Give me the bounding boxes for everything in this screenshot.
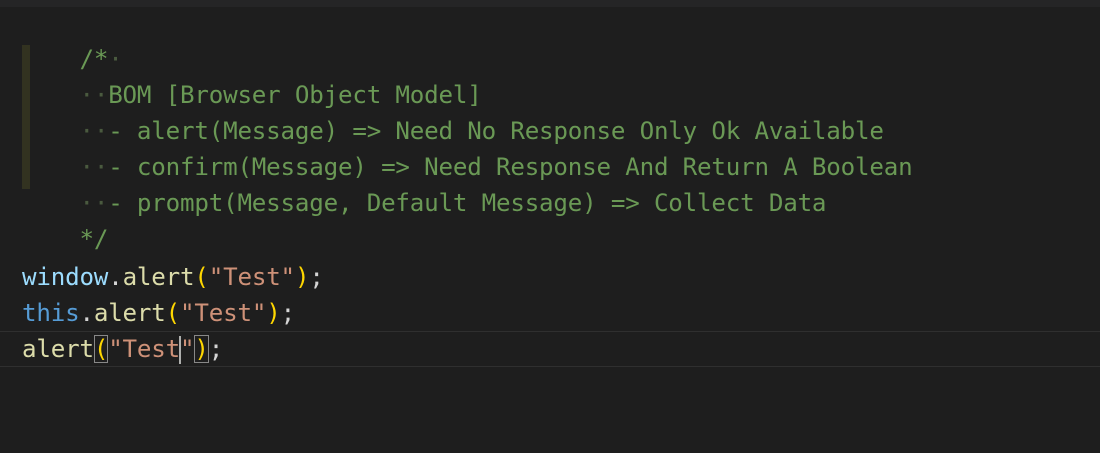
string-literal: "Test" <box>180 299 267 327</box>
open-paren-matched: ( <box>93 335 109 363</box>
comment-close-line[interactable]: */ <box>22 188 108 253</box>
keyword-this: this <box>22 299 80 327</box>
semicolon: ; <box>280 299 296 327</box>
comment-close: */ <box>79 225 109 253</box>
comment-open-line[interactable]: /*· <box>22 8 122 73</box>
comment-item-prompt: - prompt(Message, Default Message) => Co… <box>108 189 827 217</box>
open-paren: ( <box>194 263 209 291</box>
editor-top-border <box>0 0 1100 7</box>
code-editor[interactable]: /*· ··BOM [Browser Object Model] ··- ale… <box>0 0 1100 453</box>
method-alert: alert <box>22 335 94 363</box>
code-line-window-alert[interactable]: window.alert("Test"); <box>22 260 324 294</box>
dot-operator: . <box>108 263 123 291</box>
dot-operator: . <box>79 299 94 327</box>
string-literal: "Test" <box>208 263 295 291</box>
comment-item-line[interactable]: ··- confirm(Message) => Need Response An… <box>22 116 912 181</box>
code-line-alert[interactable]: alert("Test"); <box>22 332 223 366</box>
comment-title-line[interactable]: ··BOM [Browser Object Model] <box>22 44 481 109</box>
close-paren-matched: ) <box>194 335 209 363</box>
method-alert: alert <box>122 263 195 291</box>
comment-item-line[interactable]: ··- alert(Message) => Need No Response O… <box>22 80 883 145</box>
close-paren: ) <box>266 299 281 327</box>
open-paren: ( <box>165 299 181 327</box>
semicolon: ; <box>208 335 224 363</box>
close-paren: ) <box>294 263 310 291</box>
identifier-window: window <box>22 263 109 291</box>
method-alert: alert <box>93 299 166 327</box>
string-literal-start: "Test <box>108 335 180 363</box>
semicolon: ; <box>309 263 324 291</box>
string-literal-end: " <box>180 335 195 363</box>
code-line-this-alert[interactable]: this.alert("Test"); <box>22 296 295 330</box>
comment-item-line[interactable]: ··- prompt(Message, Default Message) => … <box>22 152 826 217</box>
